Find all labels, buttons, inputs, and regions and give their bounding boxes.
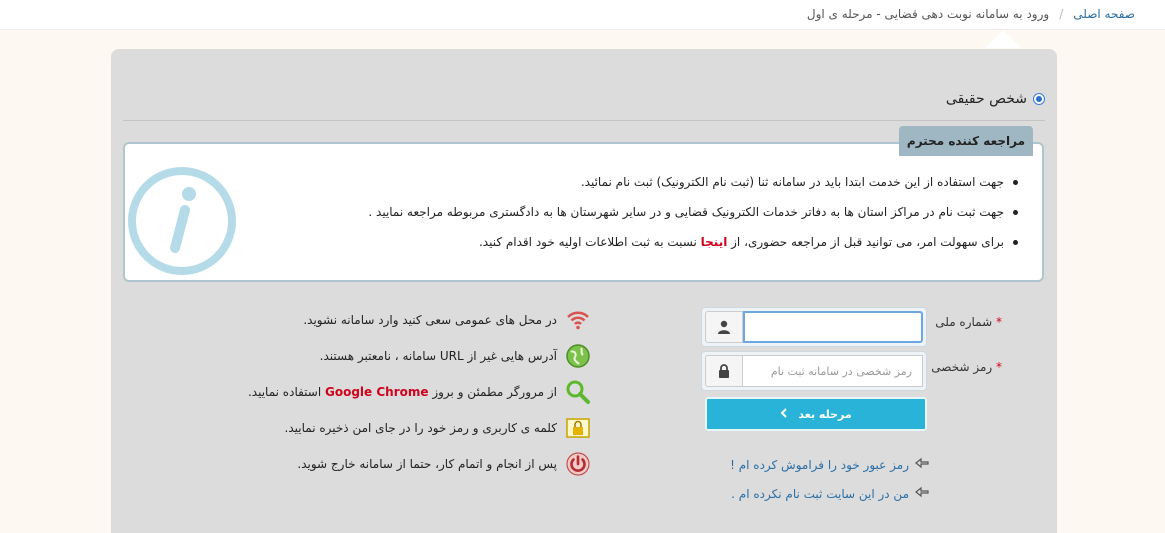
breadcrumb-pointer bbox=[985, 30, 1021, 48]
login-card: شخص حقیقی جهت استفاده از این خدمت ابتدا … bbox=[111, 49, 1057, 533]
not-registered-label: من در این سایت ثبت نام نکرده ام . bbox=[731, 486, 909, 501]
forgot-password-link[interactable]: رمز عبور خود را فراموش کرده ام ! bbox=[730, 457, 929, 472]
tip-item: پس از انجام و اتمام کار، حتما از سامانه … bbox=[297, 451, 591, 477]
notice-title: مراجعه کننده محترم bbox=[898, 126, 1033, 156]
national-id-label-text: شماره ملی bbox=[935, 315, 993, 329]
next-step-button[interactable]: مرحله بعد bbox=[705, 397, 927, 431]
user-icon bbox=[705, 311, 743, 343]
notice-item-text: نسبت به ثبت اطلاعات اولیه خود اقدام کنید… bbox=[478, 235, 701, 249]
wifi-icon bbox=[567, 311, 589, 330]
breadcrumb-home-link[interactable]: صفحه اصلی bbox=[1073, 7, 1135, 21]
national-id-label: * شماره ملی bbox=[935, 315, 1002, 329]
info-icon bbox=[128, 167, 236, 275]
required-mark: * bbox=[996, 360, 1002, 374]
tip-item: کلمه ی کاربری و رمز خود را در جای امن ذخ… bbox=[285, 415, 591, 441]
breadcrumb-current: ورود به سامانه نوبت دهی قضایی - مرحله ی … bbox=[806, 7, 1050, 21]
person-type-option[interactable]: شخص حقیقی bbox=[946, 91, 1045, 107]
tip-item: در محل های عمومی سعی کنید وارد سامانه نش… bbox=[303, 307, 591, 333]
notice-item-text: برای سهولت امر، می توانید قبل از مراجعه … bbox=[727, 235, 1004, 249]
tip-text: کلمه ی کاربری و رمز خود را در جای امن ذخ… bbox=[284, 421, 557, 435]
password-label: * رمز شخصی bbox=[931, 360, 1002, 374]
hand-pointer-icon bbox=[915, 457, 929, 472]
hand-pointer-icon bbox=[915, 486, 929, 501]
lock-icon bbox=[705, 355, 743, 387]
tip-text: در محل های عمومی سعی کنید وارد سامانه نش… bbox=[303, 313, 557, 327]
password-input[interactable] bbox=[743, 355, 923, 387]
browser-brand: Google Chrome bbox=[325, 385, 429, 399]
password-label-text: رمز شخصی bbox=[931, 360, 993, 374]
magnifier-icon bbox=[566, 380, 590, 404]
notice-item: برای سهولت امر، می توانید قبل از مراجعه … bbox=[300, 234, 1020, 250]
notice-box: جهت استفاده از این خدمت ابتدا باید در سا… bbox=[123, 142, 1044, 282]
top-bar: صفحه اصلی / ورود به سامانه نوبت دهی قضای… bbox=[0, 0, 1165, 30]
tip-text: آدرس هایی غیر از URL سامانه ، نامعتبر هس… bbox=[319, 349, 557, 363]
globe-icon bbox=[566, 344, 590, 368]
tip-item: از مرورگر مطمئن و بروز Google Chrome است… bbox=[248, 379, 591, 405]
breadcrumb-separator: / bbox=[1059, 7, 1064, 21]
tip-text-part: از مرورگر مطمئن و بروز bbox=[428, 385, 557, 399]
next-step-label: مرحله بعد bbox=[798, 407, 852, 421]
tip-item: آدرس هایی غیر از URL سامانه ، نامعتبر هس… bbox=[320, 343, 591, 369]
national-id-group bbox=[701, 307, 927, 347]
notice-item: جهت استفاده از این خدمت ابتدا باید در سا… bbox=[300, 174, 1020, 190]
notice-list: جهت استفاده از این خدمت ابتدا باید در سا… bbox=[300, 174, 1020, 264]
not-registered-link[interactable]: من در این سایت ثبت نام نکرده ام . bbox=[731, 486, 929, 501]
tip-text: پس از انجام و اتمام کار، حتما از سامانه … bbox=[297, 457, 557, 471]
required-mark: * bbox=[996, 315, 1002, 329]
power-icon bbox=[566, 452, 590, 476]
chevron-left-icon bbox=[780, 407, 788, 421]
person-type-label: شخص حقیقی bbox=[945, 91, 1027, 107]
person-type-radio[interactable] bbox=[1033, 93, 1045, 105]
national-id-input[interactable] bbox=[743, 311, 923, 343]
register-here-link[interactable]: اینجا bbox=[701, 235, 728, 249]
password-group bbox=[701, 351, 927, 391]
tip-text-part: استفاده نمایید. bbox=[247, 385, 325, 399]
tip-text: از مرورگر مطمئن و بروز Google Chrome است… bbox=[248, 385, 557, 399]
divider bbox=[123, 120, 1045, 121]
padlock-icon bbox=[566, 418, 590, 438]
breadcrumb: صفحه اصلی / ورود به سامانه نوبت دهی قضای… bbox=[807, 7, 1135, 21]
forgot-password-label: رمز عبور خود را فراموش کرده ام ! bbox=[730, 457, 909, 472]
notice-item: جهت ثبت نام در مراکز استان ها به دفاتر خ… bbox=[300, 204, 1020, 220]
